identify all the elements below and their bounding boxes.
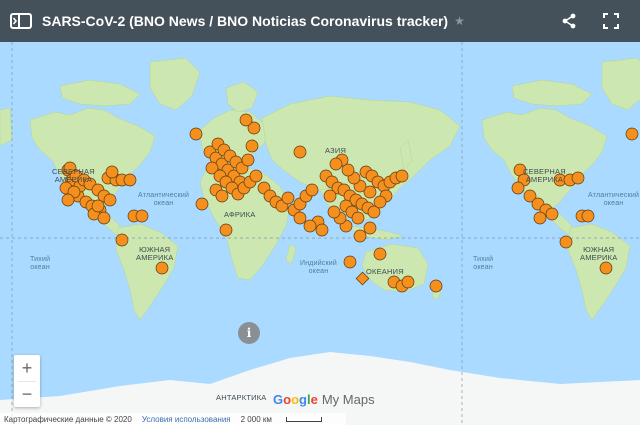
circle-marker-icon[interactable] — [103, 193, 117, 207]
circle-marker-icon[interactable] — [155, 261, 169, 275]
label-pacific-right: Тихий океан — [473, 256, 493, 272]
circle-marker-icon[interactable] — [189, 127, 203, 141]
info-button[interactable]: i — [238, 322, 260, 344]
circle-marker-icon[interactable] — [559, 235, 573, 249]
circle-marker-icon[interactable] — [123, 173, 137, 187]
zoom-divider — [18, 381, 36, 382]
circle-marker-icon[interactable] — [303, 219, 317, 233]
zoom-out-button[interactable]: − — [14, 381, 40, 407]
circle-marker-icon[interactable] — [545, 207, 559, 221]
world-map[interactable] — [0, 42, 640, 425]
label-atlantic-text: Атлантический океан — [138, 192, 190, 207]
circle-marker-icon[interactable] — [61, 193, 75, 207]
map-canvas[interactable]: СЕВЕРНАЯ АМЕРИКА СЕВЕРНАЯ АМЕРИКА АЗИЯ А… — [0, 42, 640, 425]
label-indian-ocean-text: Индийский океан — [300, 260, 337, 275]
label-oceania: ОКЕАНИЯ — [366, 268, 404, 276]
google-my-maps-logo: Google My Maps — [273, 392, 375, 407]
circle-marker-icon[interactable] — [293, 145, 307, 159]
circle-marker-icon[interactable] — [135, 209, 149, 223]
label-antarctica-text: АНТАРКТИКА — [216, 393, 267, 402]
map-data-credit: Картографические данные © 2020 — [4, 414, 132, 424]
label-south-america-text: ЮЖНАЯ АМЕРИКА — [136, 245, 174, 262]
circle-marker-icon[interactable] — [97, 211, 111, 225]
circle-marker-icon[interactable] — [293, 211, 307, 225]
label-pacific-left: Тихий океан — [30, 256, 50, 272]
circle-marker-icon[interactable] — [195, 197, 209, 211]
circle-marker-icon[interactable] — [245, 139, 259, 153]
label-pacific-left-text: Тихий океан — [30, 256, 51, 271]
scale-label: 2 000 км — [240, 414, 272, 424]
circle-marker-icon[interactable] — [581, 209, 595, 223]
scale-bar — [285, 416, 322, 422]
circle-marker-icon[interactable] — [329, 157, 343, 171]
label-asia-text: АЗИЯ — [325, 146, 347, 155]
label-north-america-repeat: СЕВЕРНАЯ АМЕРИКА — [523, 168, 566, 184]
circle-marker-icon[interactable] — [395, 169, 409, 183]
circle-marker-icon[interactable] — [241, 153, 255, 167]
circle-marker-icon[interactable] — [315, 223, 329, 237]
circle-marker-icon[interactable] — [429, 279, 443, 293]
circle-marker-icon[interactable] — [281, 191, 295, 205]
circle-marker-icon[interactable] — [91, 199, 105, 213]
attribution-bar: Картографические данные © 2020 Условия и… — [0, 413, 346, 425]
circle-marker-icon[interactable] — [599, 261, 613, 275]
circle-marker-icon[interactable] — [401, 275, 415, 289]
zoom-controls: + − — [14, 355, 40, 407]
circle-marker-icon[interactable] — [373, 195, 387, 209]
title-bar: SARS-CoV-2 (BNO News / BNO Noticias Coro… — [0, 0, 640, 42]
label-pacific-right-text: Тихий океан — [473, 256, 494, 271]
circle-marker-icon[interactable] — [533, 211, 547, 225]
sidebar-panel-icon — [10, 13, 32, 29]
circle-marker-icon[interactable] — [625, 127, 639, 141]
circle-marker-icon[interactable] — [115, 233, 129, 247]
circle-marker-icon[interactable] — [105, 165, 119, 179]
circle-marker-icon[interactable] — [571, 171, 585, 185]
label-south-america-repeat-text: ЮЖНАЯ АМЕРИКА — [580, 245, 618, 262]
label-africa: АФРИКА — [224, 211, 255, 219]
fullscreen-button[interactable] — [598, 8, 624, 34]
circle-marker-icon[interactable] — [215, 189, 229, 203]
label-north-america-text: СЕВЕРНАЯ АМЕРИКА — [52, 167, 95, 184]
asia-land-left-edge — [0, 107, 13, 147]
label-antarctica: АНТАРКТИКА — [216, 394, 266, 402]
label-south-america-repeat: ЮЖНАЯ АМЕРИКА — [580, 246, 617, 262]
terms-link[interactable]: Условия использования — [142, 415, 231, 424]
label-north-america: СЕВЕРНАЯ АМЕРИКА — [52, 168, 95, 184]
google-wordmark: Google — [273, 392, 318, 407]
map-app: SARS-CoV-2 (BNO News / BNO Noticias Coro… — [0, 0, 640, 425]
circle-marker-icon[interactable] — [343, 255, 357, 269]
scale-indicator: 2 000 км — [241, 415, 332, 424]
fullscreen-icon — [603, 13, 619, 29]
star-icon[interactable]: ★ — [454, 14, 465, 28]
label-south-america: ЮЖНАЯ АМЕРИКА — [136, 246, 173, 262]
label-indian-ocean: Индийский океан — [300, 260, 337, 276]
share-icon — [562, 13, 576, 29]
label-atlantic-repeat: Атлантический океан — [588, 192, 639, 208]
circle-marker-icon[interactable] — [239, 113, 253, 127]
my-maps-wordmark: My Maps — [321, 392, 375, 407]
circle-marker-icon[interactable] — [327, 205, 341, 219]
circle-marker-icon[interactable] — [305, 183, 319, 197]
label-oceania-text: ОКЕАНИЯ — [366, 267, 404, 276]
toggle-legend-button[interactable] — [0, 0, 42, 42]
label-asia: АЗИЯ — [325, 147, 346, 155]
label-africa-text: АФРИКА — [224, 210, 256, 219]
label-atlantic-repeat-text: Атлантический океан — [588, 192, 640, 207]
circle-marker-icon[interactable] — [353, 229, 367, 243]
label-atlantic: Атлантический океан — [138, 192, 189, 208]
circle-marker-icon[interactable] — [323, 189, 337, 203]
circle-marker-icon[interactable] — [373, 247, 387, 261]
map-title: SARS-CoV-2 (BNO News / BNO Noticias Coro… — [42, 13, 449, 29]
zoom-in-button[interactable]: + — [14, 355, 40, 381]
circle-marker-icon[interactable] — [249, 169, 263, 183]
label-north-america-repeat-text: СЕВЕРНАЯ АМЕРИКА — [523, 167, 566, 184]
circle-marker-icon[interactable] — [363, 221, 377, 235]
share-button[interactable] — [556, 8, 582, 34]
circle-marker-icon[interactable] — [219, 223, 233, 237]
circle-marker-icon[interactable] — [351, 211, 365, 225]
